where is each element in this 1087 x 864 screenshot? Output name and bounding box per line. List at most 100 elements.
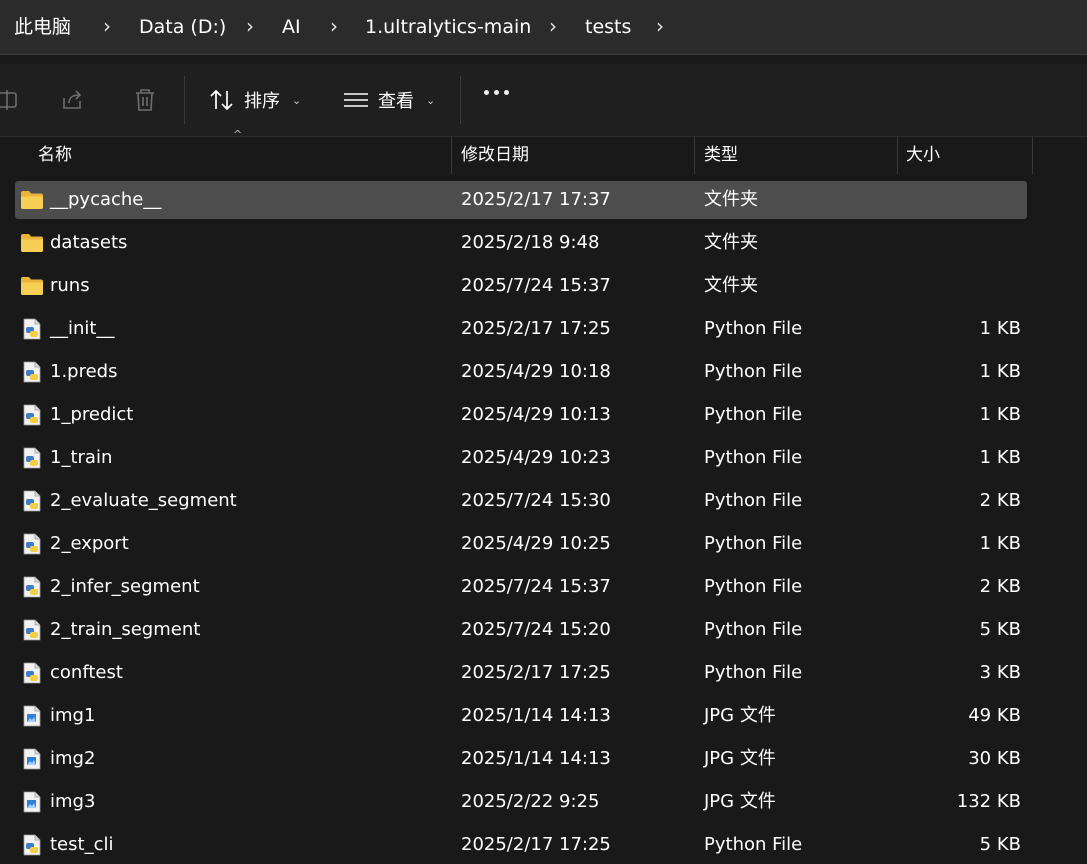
file-modified-date: 2025/2/17 17:25 bbox=[461, 318, 611, 339]
column-header-name[interactable]: 名称 bbox=[38, 136, 72, 174]
chevron-right-icon[interactable]: › bbox=[246, 0, 254, 54]
file-row[interactable]: __init__ 2025/2/17 17:25 Python File 1 KB bbox=[15, 310, 1027, 348]
file-name: img2 bbox=[50, 748, 96, 769]
chevron-down-icon: ⌄ bbox=[426, 93, 436, 107]
file-type: Python File bbox=[704, 318, 803, 339]
file-row[interactable]: img2 2025/1/14 14:13 JPG 文件 30 KB bbox=[15, 740, 1027, 778]
file-type: Python File bbox=[704, 404, 803, 425]
delete-icon[interactable] bbox=[131, 86, 159, 114]
file-modified-date: 2025/4/29 10:25 bbox=[461, 533, 611, 554]
file-name: 1.preds bbox=[50, 361, 118, 382]
file-modified-date: 2025/7/24 15:30 bbox=[461, 490, 611, 511]
file-row[interactable]: img1 2025/1/14 14:13 JPG 文件 49 KB bbox=[15, 697, 1027, 735]
more-options-icon[interactable] bbox=[484, 90, 509, 95]
chevron-right-icon[interactable]: › bbox=[330, 0, 338, 54]
column-header-date[interactable]: 修改日期 bbox=[461, 136, 529, 174]
file-row[interactable]: datasets 2025/2/18 9:48 文件夹 bbox=[15, 224, 1027, 262]
file-row[interactable]: img3 2025/2/22 9:25 JPG 文件 132 KB bbox=[15, 783, 1027, 821]
file-type: Python File bbox=[704, 533, 803, 554]
column-resize-handle[interactable] bbox=[1032, 136, 1033, 174]
file-size: 1 KB bbox=[979, 361, 1021, 382]
file-size: 3 KB bbox=[979, 662, 1021, 683]
file-type: Python File bbox=[704, 490, 803, 511]
file-size: 5 KB bbox=[979, 834, 1021, 855]
file-size: 5 KB bbox=[979, 619, 1021, 640]
file-name: datasets bbox=[50, 232, 128, 253]
file-modified-date: 2025/4/29 10:13 bbox=[461, 404, 611, 425]
python-file-icon bbox=[20, 619, 44, 641]
file-name: __init__ bbox=[50, 318, 115, 339]
breadcrumb-data-drive[interactable]: Data (D:) bbox=[139, 0, 226, 54]
file-row[interactable]: 2_infer_segment 2025/7/24 15:37 Python Fil… bbox=[15, 568, 1027, 606]
file-size: 1 KB bbox=[979, 447, 1021, 468]
view-label: 查看 bbox=[378, 91, 414, 112]
file-type: JPG 文件 bbox=[704, 748, 776, 769]
file-row[interactable]: conftest 2025/2/17 17:25 Python File 3 KB bbox=[15, 654, 1027, 692]
file-size: 1 KB bbox=[979, 318, 1021, 339]
sort-label: 排序 bbox=[244, 91, 280, 112]
file-size: 30 KB bbox=[968, 748, 1021, 769]
file-type: 文件夹 bbox=[704, 275, 758, 296]
chevron-right-icon[interactable]: › bbox=[549, 0, 557, 54]
breadcrumb-tests[interactable]: tests bbox=[585, 0, 631, 54]
file-size: 132 KB bbox=[956, 791, 1021, 812]
file-row[interactable]: 1_train 2025/4/29 10:23 Python File 1 KB bbox=[15, 439, 1027, 477]
toolbar-divider bbox=[184, 76, 185, 124]
breadcrumb-this-pc[interactable]: 此电脑 bbox=[14, 0, 71, 54]
file-name: test_cli bbox=[50, 834, 114, 855]
python-file-icon bbox=[20, 404, 44, 426]
python-file-icon bbox=[20, 447, 44, 469]
file-row[interactable]: __pycache__ 2025/2/17 17:37 文件夹 bbox=[15, 181, 1027, 219]
file-type: Python File bbox=[704, 576, 803, 597]
file-modified-date: 2025/2/18 9:48 bbox=[461, 232, 600, 253]
file-type: Python File bbox=[704, 447, 803, 468]
file-size: 2 KB bbox=[979, 576, 1021, 597]
share-icon[interactable] bbox=[59, 86, 87, 114]
sort-icon bbox=[210, 89, 233, 111]
breadcrumb-ultralytics-main[interactable]: 1.ultralytics-main bbox=[365, 0, 531, 54]
file-row[interactable]: 1.preds 2025/4/29 10:18 Python File 1 KB bbox=[15, 353, 1027, 391]
toolbar-divider bbox=[460, 76, 461, 124]
column-header-type[interactable]: 类型 bbox=[704, 136, 738, 174]
file-size: 2 KB bbox=[979, 490, 1021, 511]
file-modified-date: 2025/7/24 15:37 bbox=[461, 576, 611, 597]
breadcrumb-ai[interactable]: AI bbox=[282, 0, 301, 54]
file-modified-date: 2025/7/24 15:20 bbox=[461, 619, 611, 640]
view-button[interactable]: 查看 ⌄ bbox=[342, 80, 435, 120]
folder-icon bbox=[20, 232, 44, 254]
column-resize-handle[interactable] bbox=[694, 136, 695, 174]
file-row[interactable]: 2_train_segment 2025/7/24 15:20 Python Fil… bbox=[15, 611, 1027, 649]
python-file-icon bbox=[20, 834, 44, 856]
file-modified-date: 2025/2/17 17:25 bbox=[461, 662, 611, 683]
file-row[interactable]: 2_evaluate_segment 2025/7/24 15:30 Python … bbox=[15, 482, 1027, 520]
column-header-size[interactable]: 大小 bbox=[906, 136, 940, 174]
python-file-icon bbox=[20, 576, 44, 598]
image-file-icon bbox=[20, 791, 44, 813]
file-name: 1_predict bbox=[50, 404, 134, 425]
python-file-icon bbox=[20, 318, 44, 340]
view-icon bbox=[344, 93, 368, 107]
file-row[interactable]: 1_predict 2025/4/29 10:13 Python File 1 KB bbox=[15, 396, 1027, 434]
file-modified-date: 2025/2/17 17:25 bbox=[461, 834, 611, 855]
chevron-right-icon[interactable]: › bbox=[656, 0, 664, 54]
file-type: Python File bbox=[704, 361, 803, 382]
file-name: img1 bbox=[50, 705, 96, 726]
file-type: Python File bbox=[704, 619, 803, 640]
file-type: 文件夹 bbox=[704, 232, 758, 253]
rename-icon[interactable] bbox=[0, 86, 22, 114]
file-modified-date: 2025/2/17 17:37 bbox=[461, 189, 611, 210]
file-name: runs bbox=[50, 275, 90, 296]
file-type: JPG 文件 bbox=[704, 705, 776, 726]
file-type: 文件夹 bbox=[704, 189, 758, 210]
file-name: 2_evaluate_segment bbox=[50, 490, 237, 511]
column-resize-handle[interactable] bbox=[451, 136, 452, 174]
sort-button[interactable]: 排序 ⌄ bbox=[208, 80, 301, 120]
column-resize-handle[interactable] bbox=[897, 136, 898, 174]
column-header-row: 名称 修改日期 类型 大小 bbox=[0, 136, 1087, 174]
file-row[interactable]: test_cli 2025/2/17 17:25 Python File 5 KB bbox=[15, 826, 1027, 864]
file-name: conftest bbox=[50, 662, 123, 683]
file-row[interactable]: runs 2025/7/24 15:37 文件夹 bbox=[15, 267, 1027, 305]
image-file-icon bbox=[20, 748, 44, 770]
file-row[interactable]: 2_export 2025/4/29 10:25 Python File 1 KB bbox=[15, 525, 1027, 563]
chevron-right-icon[interactable]: › bbox=[103, 0, 111, 54]
